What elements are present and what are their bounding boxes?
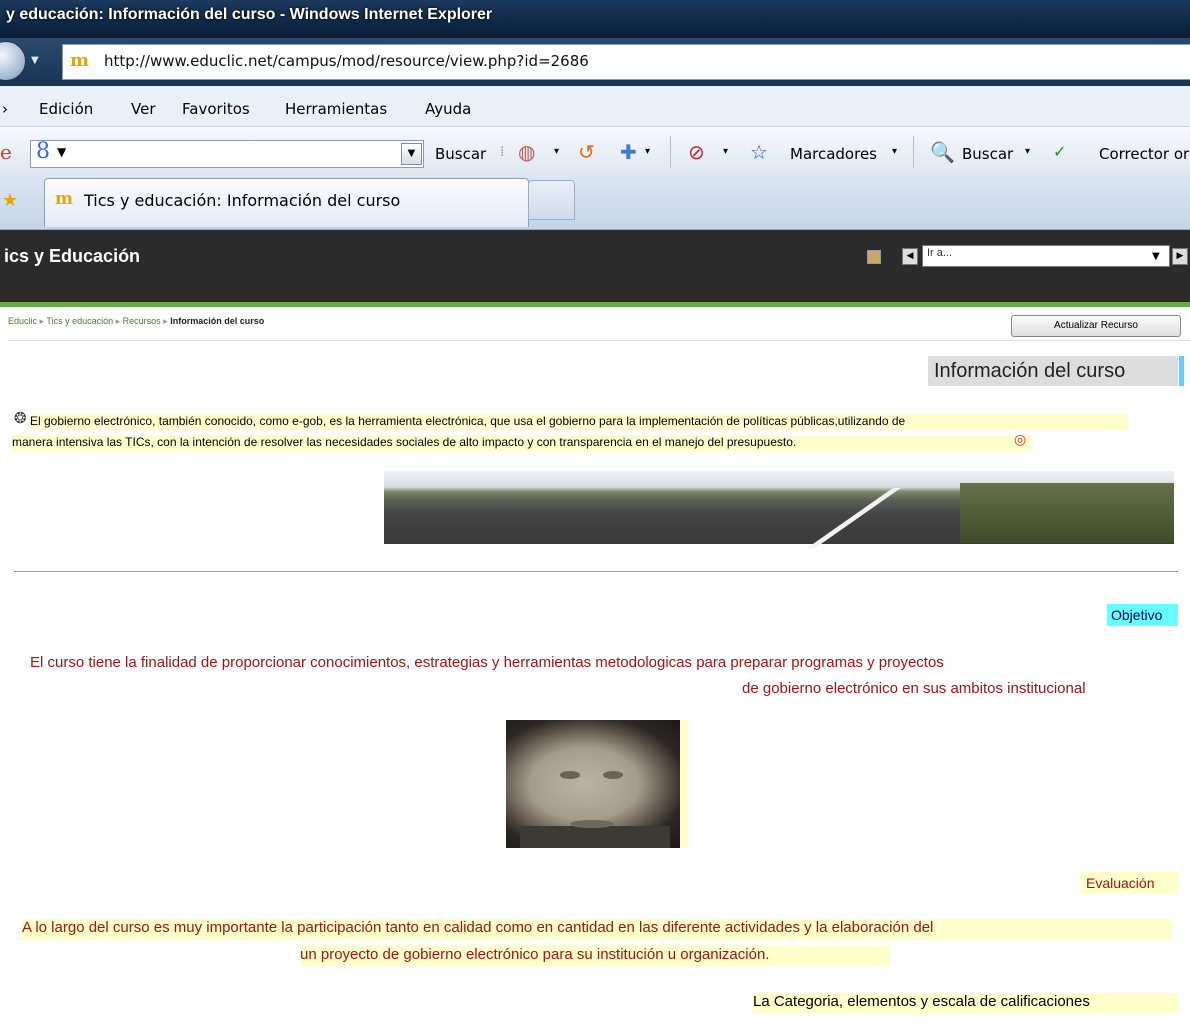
marcadores-dropdown-icon[interactable]: ▾ <box>892 140 897 164</box>
intro-line-2: manera intensiva las TICs, con la intenc… <box>12 435 1032 451</box>
new-tab-button[interactable] <box>528 180 575 220</box>
olmec-head-image-base <box>520 826 670 848</box>
menu-item-herramientas[interactable]: Herramientas <box>285 100 387 118</box>
corrector-button[interactable]: Corrector or <box>1099 145 1189 163</box>
popup-dropdown-icon[interactable]: ▾ <box>723 140 728 164</box>
content-divider <box>8 340 1190 341</box>
menu-item-archivo-partial[interactable]: › <box>2 100 8 118</box>
evaluacion-text-line-2: un proyecto de gobierno electrónico para… <box>300 946 890 966</box>
popup-blocker-icon[interactable]: ⊘ <box>688 140 705 164</box>
history-dropdown-icon[interactable]: ▼ <box>31 55 43 66</box>
olmec-head-image-mouth <box>570 820 614 828</box>
update-resource-button[interactable]: Actualizar Recurso <box>1011 315 1181 337</box>
marcadores-button[interactable]: Marcadores <box>790 145 877 163</box>
breadcrumb-link-course[interactable]: Tics y educación <box>46 316 113 326</box>
olmec-head-image-eye <box>560 771 580 779</box>
moodle-favicon-icon: m <box>70 50 90 71</box>
star-bookmark-icon[interactable]: ☆ <box>750 140 768 164</box>
spellcheck-icon[interactable]: ✓ <box>1053 140 1066 164</box>
breadcrumb: Educlic ▸ Tics y educación ▸ Recursos ▸ … <box>8 316 264 327</box>
jump-to-value[interactable]: Ir a... <box>927 247 952 259</box>
next-activity-button[interactable]: ▶ <box>1172 248 1188 265</box>
section-divider <box>14 571 1178 572</box>
page-title-accent <box>1179 356 1184 386</box>
tab-label[interactable]: Tics y educación: Información del curso <box>84 191 400 210</box>
evaluacion-text-line-1: A lo largo del curso es muy importante l… <box>22 919 1172 939</box>
plus-dropdown-icon[interactable]: ▾ <box>645 140 650 164</box>
pagerank-icon[interactable]: ↺ <box>578 140 595 164</box>
google-g-dropdown-icon[interactable]: ▼ <box>57 145 66 159</box>
address-url[interactable]: http://www.educlic.net/campus/mod/resour… <box>104 52 589 70</box>
search-page-icon[interactable]: 🔍 <box>930 140 955 164</box>
news-dropdown-icon[interactable]: ▾ <box>554 140 559 164</box>
plus-icon[interactable]: ✚ <box>620 140 637 164</box>
favorites-star-icon[interactable]: ★ <box>2 190 18 211</box>
window-title: y educación: Información del curso - Win… <box>6 6 493 23</box>
menu-item-edicion[interactable]: Edición <box>39 100 93 118</box>
lifebuoy-icon: ◎ <box>1014 432 1027 448</box>
breadcrumb-separator-icon: ▸ <box>39 316 45 326</box>
breadcrumb-separator-icon: ▸ <box>115 316 121 326</box>
header-divider <box>0 302 1190 307</box>
news-icon[interactable]: ◍ <box>518 140 535 164</box>
jump-to-select[interactable] <box>922 245 1170 267</box>
previous-activity-button[interactable]: ◀ <box>902 248 918 265</box>
toolbar-grip-icon: ⁞ <box>500 144 505 160</box>
breadcrumb-link-home[interactable]: Educlic <box>8 316 37 326</box>
moodle-tab-icon: m <box>55 189 73 209</box>
breadcrumb-current: Información del curso <box>170 316 265 326</box>
google-logo-partial: e <box>0 140 12 164</box>
olmec-head-image-eye <box>603 771 623 779</box>
objetivo-text-line-1: El curso tiene la finalidad de proporcio… <box>30 654 944 671</box>
menu-item-favoritos[interactable]: Favoritos <box>182 100 250 118</box>
objetivo-text-line-2: de gobierno electrónico en sus ambitos i… <box>742 680 1086 697</box>
breadcrumb-separator-icon: ▸ <box>163 316 168 326</box>
buscar-page-button[interactable]: Buscar <box>962 145 1013 163</box>
menu-item-ver[interactable]: Ver <box>131 100 156 118</box>
site-title[interactable]: ics y Educación <box>4 246 140 267</box>
google-search-input[interactable] <box>30 140 424 168</box>
breadcrumb-link-resources[interactable]: Recursos <box>123 316 161 326</box>
chevron-down-icon[interactable]: ▼ <box>1152 251 1160 262</box>
menu-bar <box>0 86 1190 127</box>
resource-type-icon <box>867 250 881 264</box>
page-title: Información del curso <box>934 360 1126 382</box>
bullet-icon: ❂ <box>14 409 27 427</box>
toolbar-separator <box>913 136 914 168</box>
intro-line-1: El gobierno electrónico, también conocid… <box>30 414 1128 430</box>
toolbar-separator <box>670 136 671 168</box>
menu-item-ayuda[interactable]: Ayuda <box>425 100 471 118</box>
window-title-bar: y educación: Información del curso - Win… <box>0 0 1190 38</box>
google-buscar-button[interactable]: Buscar <box>435 145 486 163</box>
google-g-icon[interactable]: 8 <box>36 139 50 164</box>
objetivo-label: Objetivo <box>1111 607 1163 623</box>
categoria-text: La Categoria, elementos y escala de cali… <box>753 993 1178 1013</box>
evaluacion-label: Evaluación <box>1086 875 1155 891</box>
search-history-dropdown[interactable]: ▼ <box>401 143 422 165</box>
buscar-page-dropdown-icon[interactable]: ▾ <box>1025 140 1030 164</box>
